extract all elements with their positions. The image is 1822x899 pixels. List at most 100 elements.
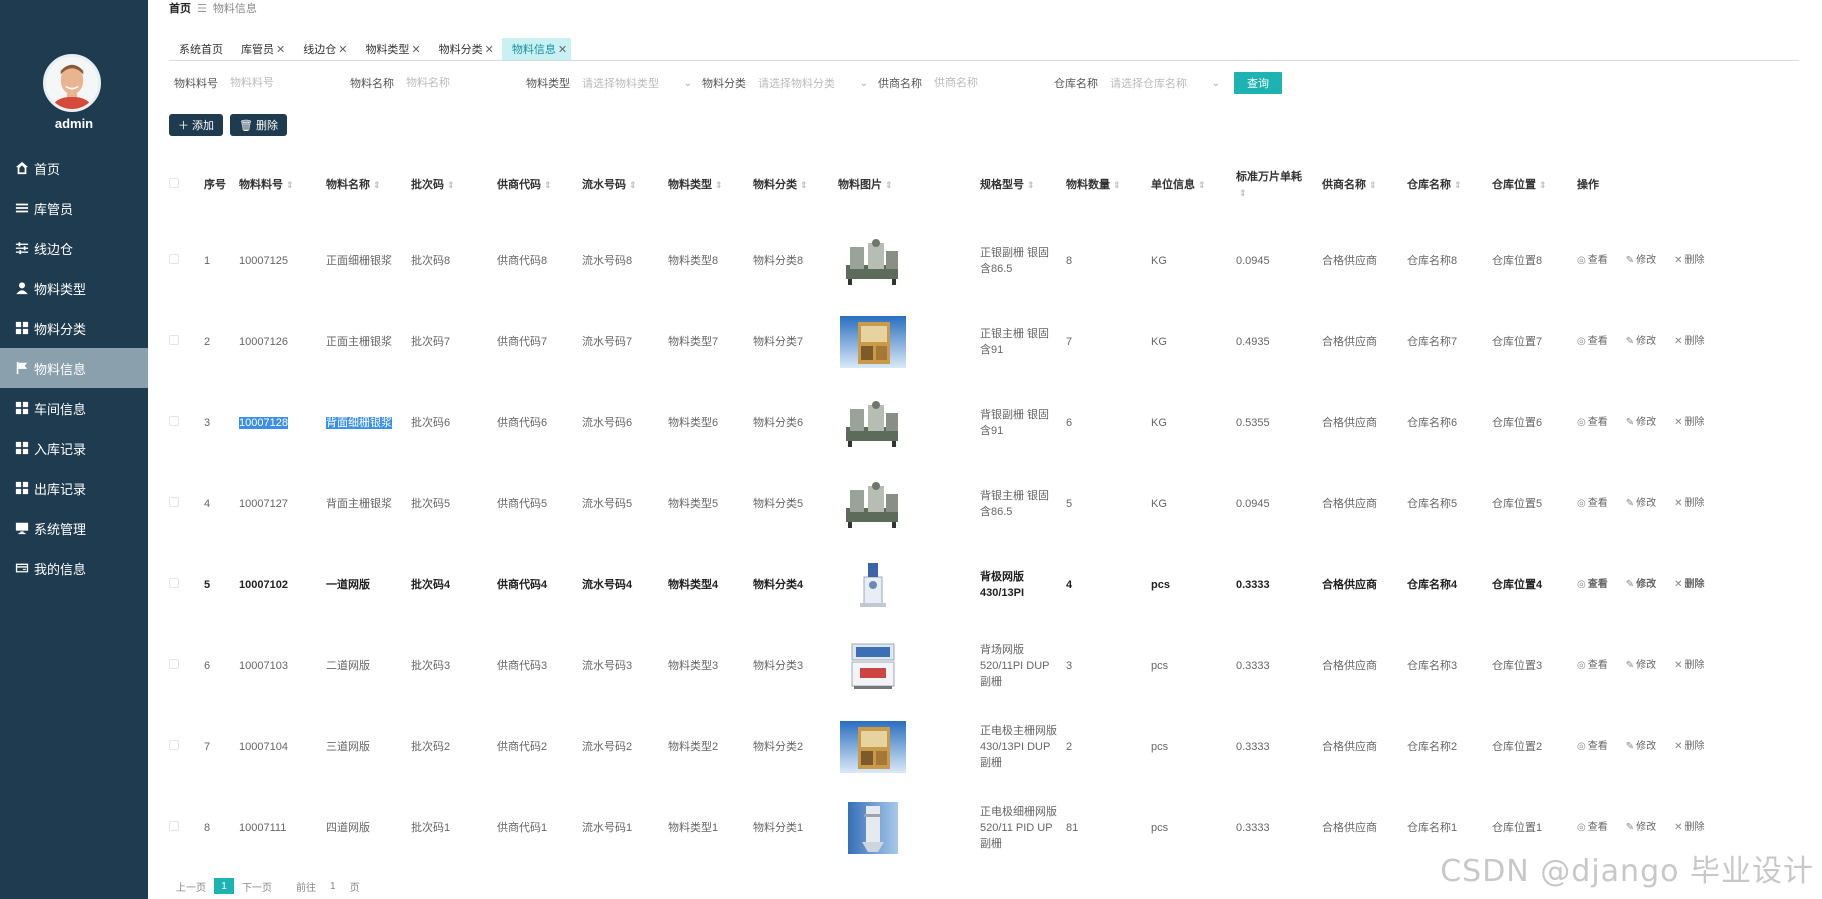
- row-checkbox[interactable]: [169, 820, 179, 831]
- sidebar-item-system[interactable]: 系统管理: [0, 508, 148, 548]
- table-row[interactable]: 2 10007126 正面主栅银浆 批次码7 供商代码7 流水号码7 物料类型7 物料分类7 正…: [169, 301, 1789, 382]
- sort-icon[interactable]: ⇕: [1454, 180, 1462, 190]
- table-row[interactable]: 7 10007104 三道网版 批次码2 供商代码2 流水号码2 物料类型2 物料分类2 正电极…: [169, 706, 1789, 787]
- delete-row-button[interactable]: ✕ 删除: [1674, 577, 1704, 593]
- row-checkbox[interactable]: [169, 496, 179, 507]
- select-all-checkbox[interactable]: [169, 178, 179, 188]
- view-button[interactable]: ◎ 查看: [1577, 577, 1608, 593]
- edit-button[interactable]: ✎ 修改: [1626, 739, 1656, 755]
- sort-icon[interactable]: ⇕: [715, 180, 723, 190]
- page-number-current[interactable]: 1: [214, 878, 234, 894]
- tab-system-home[interactable]: 系统首页: [169, 38, 227, 60]
- material-type-select[interactable]: 请选择物料类型 ⌄: [582, 75, 692, 91]
- sort-icon[interactable]: ⇕: [629, 180, 637, 190]
- header-cell[interactable]: 物料分类 ⇕: [753, 177, 838, 193]
- tab-line-warehouse[interactable]: 线边仓 ✕: [293, 38, 352, 60]
- delete-row-button[interactable]: ✕ 删除: [1674, 415, 1704, 431]
- delete-row-button[interactable]: ✕ 删除: [1674, 334, 1704, 350]
- sort-icon[interactable]: ⇕: [447, 180, 455, 190]
- delete-row-button[interactable]: ✕ 删除: [1674, 496, 1704, 512]
- view-button[interactable]: ◎ 查看: [1577, 496, 1608, 512]
- row-checkbox[interactable]: [169, 739, 179, 750]
- sort-icon[interactable]: ⇕: [1198, 180, 1206, 190]
- header-cell[interactable]: 物料名称 ⇕: [326, 177, 411, 193]
- view-button[interactable]: ◎ 查看: [1577, 739, 1608, 755]
- view-button[interactable]: ◎ 查看: [1577, 658, 1608, 674]
- material-image[interactable]: [840, 396, 906, 449]
- header-cell[interactable]: 标准万片单耗 ⇕: [1236, 169, 1322, 201]
- header-cell[interactable]: 供商名称 ⇕: [1322, 177, 1407, 193]
- sort-icon[interactable]: ⇕: [373, 180, 381, 190]
- edit-button[interactable]: ✎ 修改: [1626, 253, 1656, 269]
- sidebar-item-workshop[interactable]: 车间信息: [0, 388, 148, 428]
- breadcrumb-home[interactable]: 首页: [169, 0, 191, 16]
- material-image[interactable]: [840, 558, 906, 611]
- header-cell[interactable]: 物料类型 ⇕: [668, 177, 753, 193]
- header-cell[interactable]: 流水号码 ⇕: [582, 177, 668, 193]
- row-checkbox[interactable]: [169, 577, 179, 588]
- material-image[interactable]: [840, 234, 906, 287]
- delete-row-button[interactable]: ✕ 删除: [1674, 820, 1704, 836]
- close-icon[interactable]: ✕: [276, 43, 285, 56]
- header-cell[interactable]: 仓库位置 ⇕: [1492, 177, 1577, 193]
- sidebar-item-outbound[interactable]: 出库记录: [0, 468, 148, 508]
- sidebar-item-material-info[interactable]: 物料信息: [0, 348, 148, 388]
- edit-button[interactable]: ✎ 修改: [1626, 334, 1656, 350]
- sidebar-item-keepers[interactable]: 库管员: [0, 188, 148, 228]
- row-checkbox[interactable]: [169, 334, 179, 345]
- close-icon[interactable]: ✕: [558, 43, 567, 56]
- sort-icon[interactable]: ⇕: [800, 180, 808, 190]
- sort-icon[interactable]: ⇕: [544, 180, 552, 190]
- header-cell[interactable]: 单位信息 ⇕: [1151, 177, 1236, 193]
- header-cell[interactable]: 物料图片 ⇕: [838, 177, 980, 193]
- delete-row-button[interactable]: ✕ 删除: [1674, 739, 1704, 755]
- table-row[interactable]: 1 10007125 正面细栅银浆 批次码8 供商代码8 流水号码8 物料类型8 物料分类8 正…: [169, 220, 1789, 301]
- header-cell[interactable]: 仓库名称 ⇕: [1407, 177, 1492, 193]
- material-image[interactable]: [840, 477, 906, 530]
- sort-icon[interactable]: ⇕: [1239, 188, 1247, 198]
- sort-icon[interactable]: ⇕: [1027, 180, 1035, 190]
- table-row[interactable]: 4 10007127 背面主栅银浆 批次码5 供商代码5 流水号码5 物料类型5 物料分类5 背…: [169, 463, 1789, 544]
- row-checkbox[interactable]: [169, 253, 179, 264]
- header-cell[interactable]: 供商代码 ⇕: [497, 177, 582, 193]
- goto-page-input[interactable]: 1: [324, 881, 342, 892]
- sort-icon[interactable]: ⇕: [885, 180, 893, 190]
- close-icon[interactable]: ✕: [338, 43, 347, 56]
- sidebar-item-home[interactable]: 首页: [0, 148, 148, 188]
- sort-icon[interactable]: ⇕: [1539, 180, 1547, 190]
- query-button[interactable]: 查询: [1234, 72, 1282, 94]
- material-code-input[interactable]: [230, 77, 330, 89]
- sidebar-item-inbound[interactable]: 入库记录: [0, 428, 148, 468]
- material-category-select[interactable]: 请选择物料分类 ⌄: [758, 75, 868, 91]
- add-button[interactable]: ＋ 添加: [169, 114, 223, 136]
- view-button[interactable]: ◎ 查看: [1577, 820, 1608, 836]
- avatar[interactable]: [43, 54, 101, 112]
- close-icon[interactable]: ✕: [485, 43, 494, 56]
- delete-row-button[interactable]: ✕ 删除: [1674, 658, 1704, 674]
- sidebar-item-line-warehouse[interactable]: 线边仓: [0, 228, 148, 268]
- edit-button[interactable]: ✎ 修改: [1626, 415, 1656, 431]
- close-icon[interactable]: ✕: [411, 43, 420, 56]
- material-name-input[interactable]: [406, 77, 506, 89]
- header-cell[interactable]: 物料料号 ⇕: [239, 177, 326, 193]
- sidebar-item-material-type[interactable]: 物料类型: [0, 268, 148, 308]
- material-image[interactable]: [840, 801, 906, 854]
- row-checkbox[interactable]: [169, 658, 179, 669]
- sort-icon[interactable]: ⇕: [286, 180, 294, 190]
- view-button[interactable]: ◎ 查看: [1577, 334, 1608, 350]
- material-image[interactable]: [840, 639, 906, 692]
- row-checkbox[interactable]: [169, 415, 179, 426]
- table-row[interactable]: 6 10007103 二道网版 批次码3 供商代码3 流水号码3 物料类型3 物料分类3 背场网…: [169, 625, 1789, 706]
- edit-button[interactable]: ✎ 修改: [1626, 577, 1656, 593]
- view-button[interactable]: ◎ 查看: [1577, 253, 1608, 269]
- delete-button[interactable]: 🗑 删除: [230, 114, 287, 136]
- material-image[interactable]: [840, 315, 906, 368]
- sort-icon[interactable]: ⇕: [1113, 180, 1121, 190]
- table-row[interactable]: 5 10007102 一道网版 批次码4 供商代码4 流水号码4 物料类型4 物料分类4 背极网…: [169, 544, 1789, 625]
- header-cell[interactable]: 批次码 ⇕: [411, 177, 497, 193]
- edit-button[interactable]: ✎ 修改: [1626, 820, 1656, 836]
- prev-page-button[interactable]: 上一页: [176, 879, 206, 894]
- view-button[interactable]: ◎ 查看: [1577, 415, 1608, 431]
- sort-icon[interactable]: ⇕: [1369, 180, 1377, 190]
- warehouse-select[interactable]: 请选择仓库名称 ⌄: [1110, 75, 1220, 91]
